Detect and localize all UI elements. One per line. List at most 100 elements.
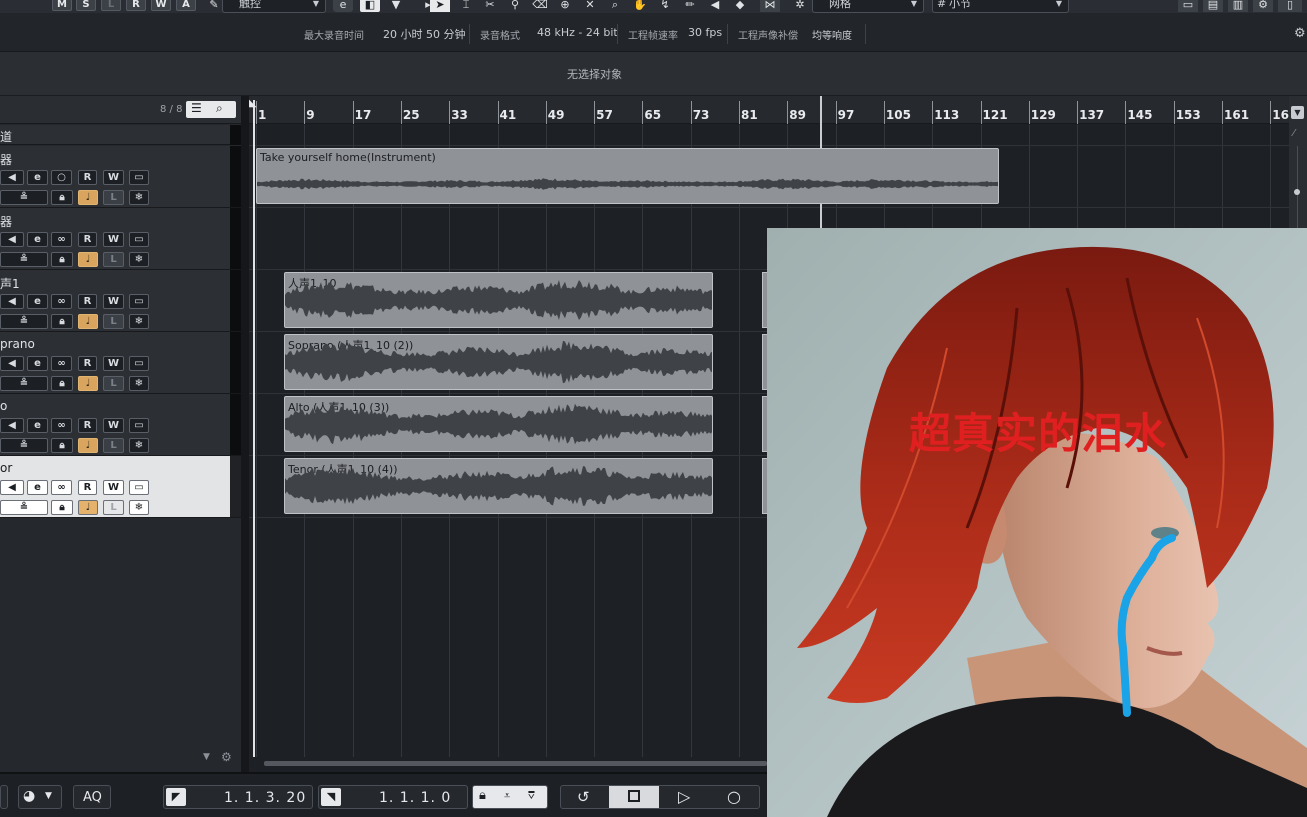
inserts-icon[interactable]: ▭ <box>129 170 149 185</box>
read-all-button[interactable]: R <box>126 0 146 11</box>
write-button[interactable]: W <box>103 170 124 185</box>
lock-icon[interactable]: 🔒︎ <box>51 376 73 391</box>
write-button[interactable]: W <box>103 294 124 309</box>
lock-icon[interactable]: 🔒︎ <box>51 500 73 515</box>
lanes-icon[interactable]: L <box>103 314 124 329</box>
freeze-icon[interactable]: ❄ <box>129 438 149 453</box>
search-icon[interactable]: ⌕ <box>216 101 223 116</box>
lanes-icon[interactable]: L <box>103 190 124 205</box>
left-locator-icon[interactable]: ◤ <box>166 788 186 806</box>
lanes-icon[interactable]: L <box>103 376 124 391</box>
write-button[interactable]: W <box>103 418 124 433</box>
edit-button[interactable]: e <box>27 418 48 433</box>
track-row[interactable]: 道 <box>0 125 241 145</box>
write-all-button[interactable]: W <box>151 0 171 11</box>
frame-rate-value[interactable]: 30 fps <box>688 26 722 39</box>
punch-out-icon[interactable]: ⩢ <box>528 789 535 803</box>
draw-tool-icon[interactable]: ✏ <box>680 0 700 12</box>
edit-button[interactable]: e <box>27 294 48 309</box>
split-tool-icon[interactable]: ✂ <box>480 0 500 12</box>
left-locator-value[interactable]: 1. 1. 3. 20 <box>224 790 306 806</box>
freeze-icon[interactable]: ❄ <box>129 500 149 515</box>
read-button[interactable]: R <box>78 480 97 495</box>
inserts-icon[interactable]: ▭ <box>129 356 149 371</box>
channel-settings-icon[interactable]: ≗ <box>0 252 48 267</box>
list-view-icon[interactable]: ☰ <box>191 101 202 115</box>
read-button[interactable]: R <box>78 418 97 433</box>
monitor-icon[interactable]: ○ <box>51 170 72 185</box>
range-tool-icon[interactable]: ⌶ <box>456 0 476 12</box>
speaker-icon[interactable]: ◀ <box>0 356 24 371</box>
link-icon[interactable]: ∞ <box>51 294 72 309</box>
pointer-tool-icon[interactable]: ➤ <box>430 0 450 12</box>
lanes-icon[interactable]: L <box>103 438 124 453</box>
automation-panel-button[interactable]: A <box>176 0 196 11</box>
freeze-icon[interactable]: ❄ <box>129 314 149 329</box>
lock-icon[interactable]: 🔒︎ <box>51 438 73 453</box>
inserts-icon[interactable]: ▭ <box>129 418 149 433</box>
autoscroll-icon[interactable]: ◧ <box>360 0 380 12</box>
channel-settings-icon[interactable]: ≗ <box>0 438 48 453</box>
punch-in-icon[interactable]: ⩡ <box>504 789 510 803</box>
zoom-slider-handle[interactable] <box>1294 189 1300 195</box>
listen-all-button[interactable]: L <box>101 0 121 11</box>
edit-button[interactable]: e <box>27 480 48 495</box>
audio-event-alto[interactable]: Alto (人声1_10 (3)) <box>284 396 713 452</box>
track-row-vocal[interactable]: 声1 ◀ e ∞ R W ▭ ≗ 🔒︎ ♩ L ❄ <box>0 270 241 332</box>
time-warp-icon[interactable]: ↯ <box>655 0 675 12</box>
channel-settings-icon[interactable]: ≗ <box>0 190 48 205</box>
track-row-instrument[interactable]: 器 ◀ e ○ R W ▭ ≗ 🔒︎ ♩ L ❄ <box>0 146 241 208</box>
lock-icon[interactable]: 🔒︎ <box>51 190 73 205</box>
mute-tool-icon[interactable]: ✕ <box>580 0 600 12</box>
grid-type-dropdown[interactable]: # 小节 ▼ <box>932 0 1069 13</box>
audio-event-instrument[interactable]: Take yourself home(Instrument) <box>256 148 999 204</box>
track-row-instrument-2[interactable]: 器 ◀ e ∞ R W ▭ ≗ 🔒︎ ♩ L ❄ <box>0 208 241 270</box>
lock-icon[interactable]: 🔒︎ <box>51 314 73 329</box>
edit-button[interactable]: e <box>27 232 48 247</box>
timebase-icon[interactable]: ♩ <box>78 438 98 453</box>
ruler[interactable]: 1 9 17 25 33 41 49 57 65 73 81 89 97 105 113 121 129 137 1… <box>249 96 1289 124</box>
mixer-layout-icon[interactable]: ▤ <box>1203 0 1223 12</box>
pan-law-value[interactable]: 均等响度 <box>812 27 852 42</box>
left-locator-line[interactable] <box>253 100 255 757</box>
play-icon[interactable]: ▷ <box>678 787 690 806</box>
audio-event-tenor[interactable]: Tenor (人声1_10 (4)) <box>284 458 713 514</box>
speaker-icon[interactable]: ◀ <box>0 294 24 309</box>
read-button[interactable]: R <box>78 232 97 247</box>
timebase-icon[interactable]: ♩ <box>78 376 98 391</box>
settings-icon[interactable]: ⚙ <box>1253 0 1273 12</box>
stop-button[interactable] <box>609 786 659 808</box>
snap-type-dropdown[interactable]: 网格 ▼ <box>812 0 924 13</box>
speaker-icon[interactable]: ◀ <box>0 232 24 247</box>
cycle-icon[interactable]: ↺ <box>577 788 590 806</box>
link-icon[interactable]: ∞ <box>51 356 72 371</box>
zoom-icon[interactable]: ⌕ <box>605 0 625 12</box>
left-locator-icon[interactable]: ◣ <box>249 98 257 109</box>
color-tool-icon[interactable]: ◆ <box>730 0 750 12</box>
lanes-icon[interactable]: L <box>103 500 124 515</box>
inserts-icon[interactable]: ▭ <box>129 480 149 495</box>
link-icon[interactable]: ∞ <box>51 480 72 495</box>
settings-icon[interactable]: ⚙ <box>221 750 232 764</box>
read-button[interactable]: R <box>78 294 97 309</box>
freeze-icon[interactable]: ❄ <box>129 376 149 391</box>
snap-toggle-icon[interactable]: ⋈ <box>760 0 780 12</box>
timebase-icon[interactable]: ♩ <box>78 314 98 329</box>
freeze-icon[interactable]: ❄ <box>129 190 149 205</box>
cycle-edit-icon[interactable]: e <box>333 0 353 12</box>
write-button[interactable]: W <box>103 232 124 247</box>
lock-icon[interactable]: 🔒︎ <box>51 252 73 267</box>
link-icon[interactable]: ∞ <box>51 418 72 433</box>
settings-icon[interactable]: ⚙ <box>1294 26 1306 41</box>
zones-layout-icon[interactable]: ▥ <box>1228 0 1248 12</box>
zoom-slider-icon[interactable]: ⁄ <box>1293 128 1295 139</box>
track-row-alto[interactable]: o ◀ e ∞ R W ▭ ≗ 🔒︎ ♩ L ❄ <box>0 394 241 456</box>
chevron-down-icon[interactable]: ▼ <box>386 0 406 12</box>
channel-settings-icon[interactable]: ≗ <box>0 500 48 515</box>
track-row-tenor[interactable]: or ◀ e ∞ R W ▭ ≗ 🔒︎ ♩ L ❄ <box>0 456 241 518</box>
chevron-down-icon[interactable]: ▼ <box>203 752 210 762</box>
chevron-down-icon[interactable]: ▼ <box>1291 106 1304 119</box>
speaker-icon[interactable]: ◀ <box>0 170 24 185</box>
lanes-icon[interactable]: L <box>103 252 124 267</box>
comp-tool-icon[interactable]: ✋ <box>630 0 650 12</box>
